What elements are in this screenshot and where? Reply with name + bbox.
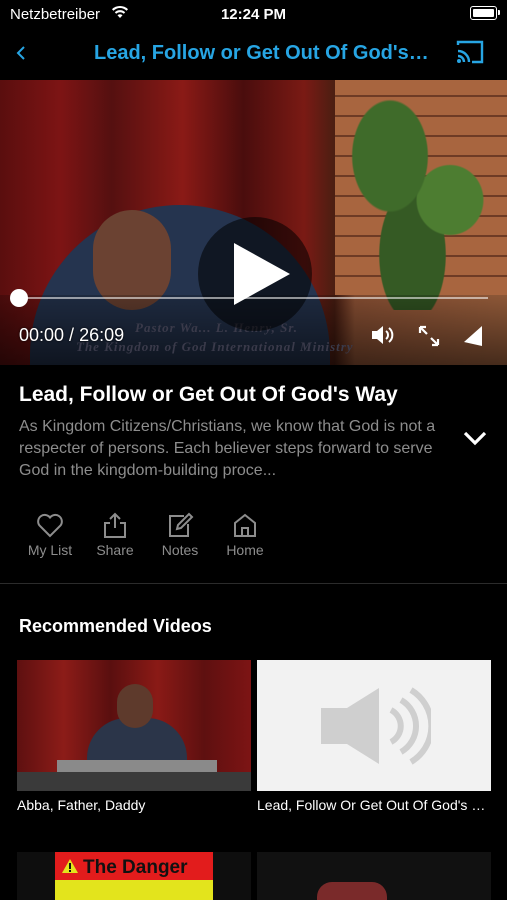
recommended-video-title: Lead, Follow Or Get Out Of God's Way xyxy=(257,797,491,813)
current-time: 00:00 xyxy=(19,325,65,345)
video-title: Lead, Follow or Get Out Of God's Way xyxy=(19,383,398,406)
heart-icon xyxy=(37,513,63,538)
fullscreen-button[interactable] xyxy=(417,324,441,353)
notes-icon xyxy=(169,512,194,537)
warning-icon xyxy=(62,859,78,873)
status-bar: Netzbetreiber 12:24 PM xyxy=(0,0,507,30)
time-separator: / xyxy=(64,325,80,345)
home-button[interactable]: Home xyxy=(210,512,280,558)
video-description: As Kingdom Citizens/Christians, we know … xyxy=(19,418,436,479)
thumbnail-base xyxy=(17,772,251,791)
cast-icon xyxy=(456,40,484,64)
duration: 26:09 xyxy=(79,325,125,345)
battery-icon xyxy=(470,6,500,20)
play-button[interactable] xyxy=(198,217,312,331)
progress-bar[interactable] xyxy=(18,297,488,299)
share-icon xyxy=(104,512,126,538)
nav-bar: Lead, Follow or Get Out Of God's Way xyxy=(0,30,507,78)
cast-button[interactable] xyxy=(455,39,485,70)
share-label: Share xyxy=(96,542,134,558)
recommended-video-title: Abba, Father, Daddy xyxy=(17,797,146,813)
notes-button[interactable]: Notes xyxy=(145,512,215,558)
share-button[interactable]: Share xyxy=(80,512,150,558)
chevron-down-icon xyxy=(463,431,487,446)
audio-speaker-icon xyxy=(321,687,431,765)
recommended-video-card[interactable]: Lead, Follow Or Get Out Of God's Way xyxy=(257,660,491,813)
recommended-video-card[interactable] xyxy=(257,852,491,900)
divider xyxy=(0,583,507,584)
volume-icon xyxy=(372,326,394,344)
home-label: Home xyxy=(226,542,264,558)
timecode: 00:00 / 26:09 xyxy=(19,325,124,346)
expand-description-button[interactable] xyxy=(461,428,489,453)
fullscreen-icon xyxy=(418,325,440,347)
action-bar: My List Share Notes Home xyxy=(0,512,507,572)
airplay-icon xyxy=(464,326,482,346)
thumbnail-title: The Danger xyxy=(83,857,188,878)
thumbnail-speaker-head xyxy=(117,684,153,728)
video-frame-plant xyxy=(345,90,495,310)
recommended-heading: Recommended Videos xyxy=(19,616,212,636)
home-icon xyxy=(234,513,256,537)
status-time: 12:24 PM xyxy=(220,6,287,23)
video-thumbnail[interactable]: The Danger xyxy=(55,852,213,900)
video-thumbnail[interactable] xyxy=(257,660,491,791)
my-list-label: My List xyxy=(27,542,73,558)
recommended-video-card[interactable]: Abba, Father, Daddy xyxy=(17,660,251,813)
video-thumbnail[interactable] xyxy=(17,660,251,791)
volume-button[interactable] xyxy=(370,324,394,351)
my-list-button[interactable]: My List xyxy=(15,512,85,558)
recommended-video-card[interactable]: The Danger xyxy=(17,852,251,900)
progress-knob[interactable] xyxy=(10,289,28,307)
back-button[interactable] xyxy=(14,42,28,69)
nav-title: Lead, Follow or Get Out Of God's Way xyxy=(94,42,434,64)
video-player[interactable]: Pastor Wa... L. Henry, Sr. The Kingdom o… xyxy=(0,80,507,365)
notes-label: Notes xyxy=(161,542,199,558)
chevron-left-icon xyxy=(16,46,25,60)
ministry-logo xyxy=(317,882,387,900)
airplay-button[interactable] xyxy=(462,324,484,353)
